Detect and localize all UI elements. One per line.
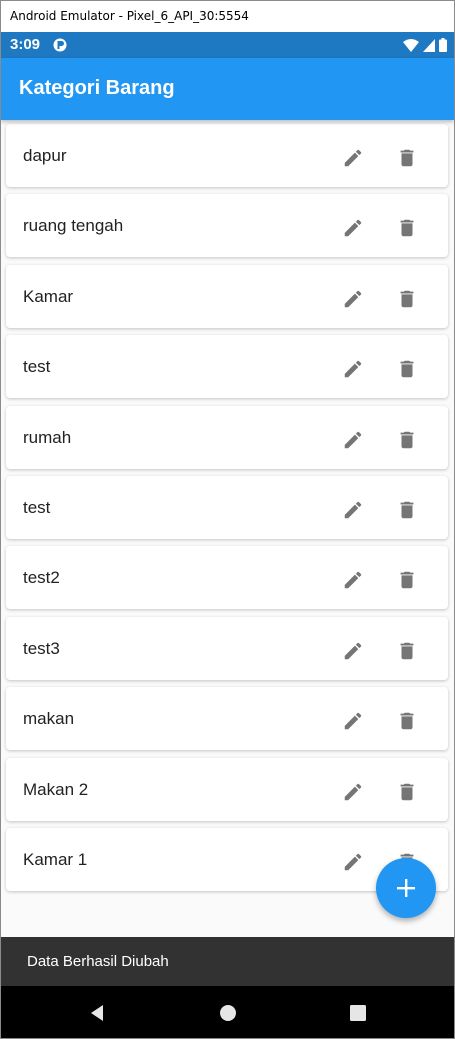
category-name: dapur [23,146,67,165]
category-name: test [23,357,51,376]
delete-icon[interactable] [396,499,416,521]
delete-icon[interactable] [396,147,416,169]
category-name: Kamar 1 [23,850,88,869]
delete-icon[interactable] [396,781,416,803]
category-name: rumah [23,428,72,447]
status-time: 3:09 [10,36,41,53]
edit-icon[interactable] [342,640,364,662]
category-name: makan [23,709,75,728]
category-name: test2 [23,568,60,587]
edit-icon[interactable] [342,499,364,521]
delete-icon[interactable] [396,288,416,310]
category-name: Kamar [23,287,74,306]
category-card[interactable]: test [6,335,448,398]
edit-icon[interactable] [342,710,364,732]
category-card[interactable]: test [6,476,448,539]
category-name: ruang tengah [23,216,124,235]
category-card[interactable]: rumah [6,406,448,469]
delete-icon[interactable] [396,358,416,380]
home-icon[interactable] [217,1002,239,1024]
edit-icon[interactable] [342,781,364,803]
emulator-frame: Android Emulator - Pixel_6_API_30:5554 3… [0,0,455,1039]
system-nav-bar [1,986,454,1038]
category-list: dapur ruang tengah Kamar test rumah test test2… [1,120,454,937]
page-title: Kategori Barang [19,77,175,99]
app-bar: Kategori Barang [1,58,454,120]
delete-icon[interactable] [396,217,416,239]
delete-icon[interactable] [396,429,416,451]
edit-icon[interactable] [342,147,364,169]
category-name: test3 [23,639,60,658]
wifi-icon [403,38,419,52]
edit-icon[interactable] [342,288,364,310]
category-name: Makan 2 [23,780,89,799]
add-icon [397,879,415,897]
category-card[interactable]: dapur [6,124,448,187]
battery-icon [439,38,447,52]
snackbar-message: Data Berhasil Diubah [27,953,169,970]
status-bar: 3:09 [1,32,454,58]
back-icon[interactable] [86,1002,108,1024]
category-card[interactable]: Makan 2 [6,758,448,821]
category-card[interactable]: makan [6,687,448,750]
add-category-button[interactable] [376,858,436,918]
status-icons [403,38,447,52]
category-card[interactable]: test3 [6,617,448,680]
edit-icon[interactable] [342,429,364,451]
window-title: Android Emulator - Pixel_6_API_30:5554 [1,1,454,32]
category-name: test [23,498,51,517]
snackbar: Data Berhasil Diubah [1,937,454,986]
signal-icon [423,38,435,52]
delete-icon[interactable] [396,569,416,591]
delete-icon[interactable] [396,710,416,732]
edit-icon[interactable] [342,217,364,239]
delete-icon[interactable] [396,640,416,662]
category-card[interactable]: Kamar [6,265,448,328]
category-card[interactable]: test2 [6,546,448,609]
edit-icon[interactable] [342,569,364,591]
edit-icon[interactable] [342,851,364,873]
notification-icon [53,38,67,52]
edit-icon[interactable] [342,358,364,380]
category-card[interactable]: ruang tengah [6,194,448,257]
recents-icon[interactable] [347,1002,369,1024]
